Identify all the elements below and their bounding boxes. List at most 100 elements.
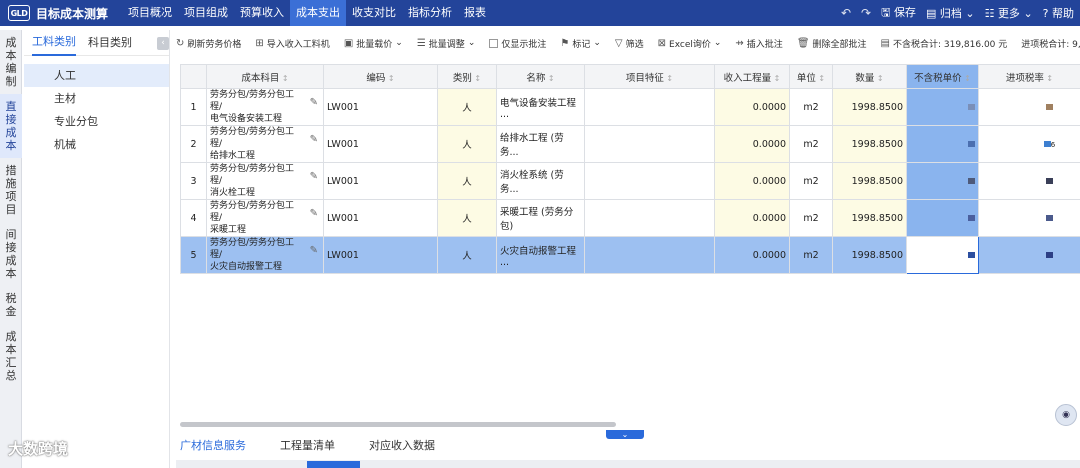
unit-cell[interactable]: m2 bbox=[789, 162, 833, 200]
save-button[interactable]: 🖫 保存 bbox=[881, 4, 916, 23]
input-tax-rate-cell[interactable] bbox=[978, 236, 1080, 274]
archive-button[interactable]: ▤ 归档 ⌄ bbox=[926, 5, 975, 21]
feature-cell[interactable] bbox=[584, 125, 715, 163]
cost-subject-cell[interactable]: 劳务分包/劳务分包工程/火灾自动报警工程 ✎ bbox=[206, 236, 324, 274]
tab-material-category[interactable]: 工料类别 bbox=[32, 30, 76, 56]
assistant-icon[interactable]: ◉ bbox=[1055, 404, 1077, 426]
type-cell[interactable]: 人 bbox=[437, 236, 497, 274]
column-header[interactable]: 编码 ↕ bbox=[323, 64, 438, 89]
income-qty-cell[interactable]: 0.0000 bbox=[714, 162, 790, 200]
nav-tab[interactable]: 项目概况 bbox=[122, 0, 178, 26]
feature-cell[interactable] bbox=[584, 199, 715, 237]
income-qty-cell[interactable]: 0.0000 bbox=[714, 125, 790, 163]
sort-icon[interactable]: ↕ bbox=[472, 74, 481, 83]
qty-cell[interactable]: 1998.8500 bbox=[832, 125, 907, 163]
income-qty-cell[interactable]: 0.0000 bbox=[714, 236, 790, 274]
sort-icon[interactable]: ↕ bbox=[385, 74, 395, 83]
column-header[interactable]: 类别 ↕ bbox=[437, 64, 497, 89]
column-header[interactable]: 成本科目 ↕ bbox=[206, 64, 324, 89]
table-row[interactable]: 3 劳务分包/劳务分包工程/消火栓工程 ✎ LW001 人消火栓系统 (劳务... 0.0… bbox=[180, 162, 1080, 200]
sort-icon[interactable]: ↕ bbox=[1044, 74, 1053, 83]
left-nav-item[interactable]: 措施项目 bbox=[0, 158, 22, 222]
column-header[interactable]: 进项税率 ↕ bbox=[978, 64, 1080, 89]
unit-cell[interactable]: m2 bbox=[789, 125, 833, 163]
income-qty-cell[interactable]: 0.0000 bbox=[714, 88, 790, 126]
type-cell[interactable]: 人 bbox=[437, 199, 497, 237]
feature-cell[interactable] bbox=[584, 236, 715, 274]
edit-icon[interactable]: ✎ bbox=[310, 245, 318, 257]
import-button[interactable]: ⊞ 导入收入工料机 bbox=[255, 37, 329, 50]
category-item[interactable]: 机械 bbox=[24, 133, 169, 156]
input-tax-rate-cell[interactable] bbox=[978, 88, 1080, 126]
qty-cell[interactable]: 1998.8500 bbox=[832, 162, 907, 200]
type-cell[interactable]: 人 bbox=[437, 162, 497, 200]
qty-cell[interactable]: 1998.8500 bbox=[832, 88, 907, 126]
column-header[interactable]: 数量 ↕ bbox=[832, 64, 907, 89]
sort-icon[interactable]: ↕ bbox=[771, 74, 781, 83]
table-row[interactable]: 4 劳务分包/劳务分包工程/采暖工程 ✎ LW001 人采暖工程 (劳务分包) 0.000… bbox=[180, 199, 1080, 237]
unit-cell[interactable]: m2 bbox=[789, 88, 833, 126]
code-cell[interactable]: LW001 bbox=[323, 236, 438, 274]
delete-all-comment-button[interactable]: 🗑 删除全部批注 bbox=[797, 37, 867, 50]
price-excl-tax-cell[interactable] bbox=[906, 199, 979, 237]
insert-comment-button[interactable]: ⇸ 插入批注 bbox=[735, 37, 782, 50]
nav-tab[interactable]: 报表 bbox=[458, 0, 492, 26]
column-header[interactable]: 收入工程量 ↕ bbox=[714, 64, 790, 89]
income-qty-cell[interactable]: 0.0000 bbox=[714, 199, 790, 237]
unit-cell[interactable]: m2 bbox=[789, 236, 833, 274]
sort-icon[interactable]: ↕ bbox=[874, 74, 884, 83]
type-cell[interactable]: 人 bbox=[437, 125, 497, 163]
category-item[interactable]: 人工 bbox=[24, 64, 169, 87]
code-cell[interactable]: LW001 bbox=[323, 88, 438, 126]
edit-icon[interactable]: ✎ bbox=[310, 208, 318, 220]
sort-icon[interactable]: ↕ bbox=[962, 74, 971, 83]
name-cell[interactable]: 电气设备安装工程 ... bbox=[496, 88, 585, 126]
column-header[interactable]: 不含税单价 ↕ bbox=[906, 64, 979, 89]
qty-cell[interactable]: 1998.8500 bbox=[832, 199, 907, 237]
more-button[interactable]: ☷ 更多 ⌄ bbox=[985, 5, 1033, 21]
nav-tab[interactable]: 项目组成 bbox=[178, 0, 234, 26]
column-header[interactable]: 单位 ↕ bbox=[789, 64, 833, 89]
cost-subject-cell[interactable]: 劳务分包/劳务分包工程/给排水工程 ✎ bbox=[206, 125, 324, 163]
batch-adjust-button[interactable]: ☰ 批量调整 ⌄ bbox=[417, 37, 476, 50]
code-cell[interactable]: LW001 bbox=[323, 125, 438, 163]
bottom-tab[interactable]: 广材信息服务 bbox=[180, 437, 246, 457]
mark-button[interactable]: ⚑ 标记 ⌄ bbox=[560, 37, 601, 50]
column-header[interactable] bbox=[180, 64, 207, 89]
show-only-comment-checkbox[interactable]: 仅显示批注 bbox=[489, 37, 546, 50]
price-excl-tax-cell[interactable] bbox=[906, 162, 979, 200]
category-item[interactable]: 专业分包 bbox=[24, 110, 169, 133]
cost-subject-cell[interactable]: 劳务分包/劳务分包工程/采暖工程 ✎ bbox=[206, 199, 324, 237]
refresh-price-button[interactable]: ↻ 刷新劳务价格 bbox=[176, 37, 241, 50]
name-cell[interactable]: 火灾自动报警工程 ... bbox=[496, 236, 585, 274]
name-cell[interactable]: 给排水工程 (劳务... bbox=[496, 125, 585, 163]
edit-icon[interactable]: ✎ bbox=[310, 171, 318, 183]
left-nav-item[interactable]: 间接成本 bbox=[0, 222, 22, 286]
type-cell[interactable]: 人 bbox=[437, 88, 497, 126]
horizontal-scrollbar[interactable] bbox=[180, 422, 616, 427]
nav-tab[interactable]: 收支对比 bbox=[346, 0, 402, 26]
share-icon[interactable]: ↷ bbox=[861, 6, 871, 20]
sort-icon[interactable]: ↕ bbox=[664, 74, 673, 83]
sort-icon[interactable]: ↕ bbox=[545, 74, 555, 83]
unit-cell[interactable]: m2 bbox=[789, 199, 833, 237]
left-nav-item[interactable]: 税金 bbox=[0, 286, 22, 324]
cost-subject-cell[interactable]: 劳务分包/劳务分包工程/消火栓工程 ✎ bbox=[206, 162, 324, 200]
excel-query-button[interactable]: ⊠ Excel询价 ⌄ bbox=[658, 37, 722, 50]
filter-button[interactable]: ▽ 筛选 bbox=[615, 37, 644, 50]
input-tax-rate-cell[interactable] bbox=[978, 199, 1080, 237]
cost-subject-cell[interactable]: 劳务分包/劳务分包工程/电气设备安装工程 ✎ bbox=[206, 88, 324, 126]
column-header[interactable]: 名称 ↕ bbox=[496, 64, 585, 89]
tab-subject-category[interactable]: 科目类别 bbox=[88, 31, 132, 55]
undo-icon[interactable]: ↶ bbox=[841, 6, 851, 20]
nav-tab[interactable]: 指标分析 bbox=[402, 0, 458, 26]
name-cell[interactable]: 消火栓系统 (劳务... bbox=[496, 162, 585, 200]
category-item[interactable]: 主材 bbox=[24, 87, 169, 110]
column-header[interactable]: 项目特征 ↕ bbox=[584, 64, 715, 89]
table-row[interactable]: 2 劳务分包/劳务分包工程/给排水工程 ✎ LW001 人给排水工程 (劳务... 0.0… bbox=[180, 125, 1080, 163]
table-row[interactable]: 1 劳务分包/劳务分包工程/电气设备安装工程 ✎ LW001 人电气设备安装工程 ...… bbox=[180, 88, 1080, 126]
edit-icon[interactable]: ✎ bbox=[310, 134, 318, 146]
sort-icon[interactable]: ↕ bbox=[279, 74, 289, 83]
nav-tab[interactable]: 预算收入 bbox=[234, 0, 290, 26]
input-tax-rate-cell[interactable]: 6 bbox=[978, 125, 1080, 163]
